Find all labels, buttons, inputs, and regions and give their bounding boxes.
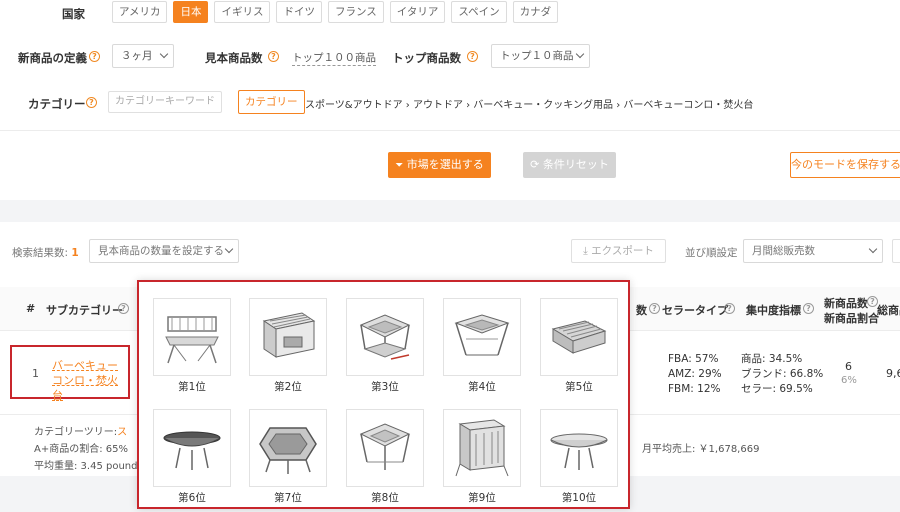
fire-pit-icon bbox=[454, 314, 510, 356]
header-count-suffix: 数 bbox=[636, 304, 647, 317]
help-icon[interactable]: ? bbox=[803, 303, 814, 314]
rank-label-1: 第1位 bbox=[178, 381, 206, 393]
country-de[interactable]: ドイツ bbox=[276, 1, 322, 23]
sample-quantity-select[interactable]: 見本商品の数量を設定する bbox=[89, 239, 239, 263]
rank-label-2: 第2位 bbox=[274, 381, 302, 393]
country-pills: アメリカ 日本 イギリス ドイツ フランス イタリア スペイン カナダ bbox=[112, 1, 559, 23]
help-icon[interactable]: ? bbox=[724, 303, 735, 314]
category-label: カテゴリー bbox=[28, 97, 86, 111]
fire-bowl-icon bbox=[550, 433, 608, 470]
export-button[interactable]: ⤓ エクスポート bbox=[571, 239, 666, 263]
top-count-label: トップ商品数 bbox=[392, 51, 461, 65]
header-num: # bbox=[26, 302, 36, 315]
product-thumb-3[interactable] bbox=[346, 298, 424, 376]
select-market-button[interactable]: ⏷ 市場を選出する bbox=[388, 152, 491, 178]
refresh-icon: ⟳ bbox=[530, 158, 540, 171]
hex-fire-pit-icon bbox=[259, 427, 317, 474]
help-icon[interactable]: ? bbox=[467, 51, 478, 62]
seller-type-cell: FBA: 57% AMZ: 29% FBM: 12% bbox=[668, 353, 722, 395]
product-thumb-4[interactable] bbox=[443, 298, 521, 376]
header-new-ratio[interactable]: 新商品割合 bbox=[824, 310, 879, 326]
country-ca[interactable]: カナダ bbox=[512, 1, 559, 23]
grill-box-icon bbox=[262, 312, 316, 358]
country-es[interactable]: スペイン bbox=[451, 1, 507, 23]
product-thumb-1[interactable] bbox=[153, 298, 231, 376]
sort-label: 並び順設定 bbox=[685, 247, 738, 259]
reset-button[interactable]: ⟳ 条件リセット bbox=[523, 152, 616, 178]
download-icon: ⤓ bbox=[583, 245, 588, 257]
new-ratio-value: 6% bbox=[841, 375, 857, 386]
average-weight: 平均重量: 3.45 pound bbox=[34, 461, 138, 472]
header-concentration[interactable]: 集中度指標 bbox=[746, 302, 801, 318]
product-thumb-6[interactable] bbox=[153, 409, 231, 487]
fire-pit-icon bbox=[359, 423, 411, 470]
new-product-label: 新商品の定義 bbox=[18, 51, 87, 65]
rank-label-5: 第5位 bbox=[565, 381, 593, 393]
rank-label-7: 第7位 bbox=[274, 492, 302, 504]
rank-label-4: 第4位 bbox=[468, 381, 496, 393]
subcategory-link[interactable]: バーベキューコンロ・焚火台 bbox=[52, 358, 124, 403]
grill-box-icon bbox=[455, 419, 509, 477]
country-fr[interactable]: フランス bbox=[327, 1, 384, 23]
new-product-select[interactable]: ３ヶ月 bbox=[112, 44, 174, 68]
help-icon[interactable]: ? bbox=[118, 303, 129, 314]
rank-label-9: 第9位 bbox=[468, 492, 496, 504]
rank-label-10: 第10位 bbox=[561, 492, 597, 504]
header-total[interactable]: 総商品 bbox=[877, 302, 900, 318]
top-count-select[interactable]: トップ１０商品 bbox=[491, 44, 590, 68]
category-tag[interactable]: カテゴリー bbox=[238, 90, 305, 114]
results-count: 検索結果数: 1 bbox=[12, 247, 79, 259]
concentration-cell: 商品: 34.5% ブランド: 66.8% セラー: 69.5% bbox=[741, 353, 824, 395]
product-thumb-7[interactable] bbox=[249, 409, 327, 487]
sort-select[interactable]: 月間総販売数 bbox=[743, 239, 883, 263]
rank-label-8: 第8位 bbox=[371, 492, 399, 504]
sample-count-label: 見本商品数 bbox=[205, 51, 263, 65]
aplus-ratio: A+商品の割合: 65% bbox=[34, 444, 128, 455]
new-product-value: ３ヶ月 bbox=[121, 50, 153, 62]
product-thumb-9[interactable] bbox=[443, 409, 521, 487]
fire-bowl-icon bbox=[163, 431, 221, 470]
rank-label-6: 第6位 bbox=[178, 492, 206, 504]
country-us[interactable]: アメリカ bbox=[112, 1, 168, 23]
category-tree: カテゴリーツリー:ス bbox=[34, 427, 128, 438]
fire-pit-icon bbox=[359, 314, 411, 360]
sample-count-value[interactable]: トップ１００商品 bbox=[292, 50, 376, 66]
new-count-value: 6 bbox=[845, 360, 852, 373]
chevron-down-icon bbox=[159, 49, 169, 59]
help-icon[interactable]: ? bbox=[86, 97, 97, 108]
category-search-input[interactable]: カテゴリーキーワード bbox=[108, 91, 222, 113]
product-thumb-5[interactable] bbox=[540, 298, 618, 376]
header-subcategory[interactable]: サブカテゴリー bbox=[46, 302, 123, 318]
chevron-down-icon bbox=[224, 244, 234, 254]
header-seller-type[interactable]: セラータイプ bbox=[662, 302, 728, 318]
monthly-sales: 月平均売上: ￥1,678,669 bbox=[642, 444, 760, 455]
product-thumb-2[interactable] bbox=[249, 298, 327, 376]
help-icon[interactable]: ? bbox=[89, 51, 100, 62]
section-gap bbox=[0, 200, 900, 222]
divider bbox=[0, 130, 900, 131]
country-it[interactable]: イタリア bbox=[389, 1, 446, 23]
save-mode-button[interactable]: 今のモードを保存する bbox=[790, 152, 900, 178]
chevron-down-icon bbox=[868, 244, 878, 254]
product-thumb-8[interactable] bbox=[346, 409, 424, 487]
top-count-value: トップ１０商品 bbox=[500, 50, 574, 62]
category-breadcrumb[interactable]: スポーツ&アウトドア › アウトドア › バーベキュー・クッキング用品 › バー… bbox=[305, 96, 753, 111]
grill-tray-icon bbox=[551, 320, 607, 354]
product-thumb-10[interactable] bbox=[540, 409, 618, 487]
country-label: 国家 bbox=[62, 7, 85, 21]
chevron-down-icon bbox=[575, 49, 585, 59]
grill-stand-icon bbox=[165, 316, 219, 364]
total-value: 9,6 bbox=[886, 367, 900, 380]
country-uk[interactable]: イギリス bbox=[214, 1, 271, 23]
extra-control[interactable] bbox=[892, 239, 900, 263]
header-new-count[interactable]: 新商品数 bbox=[824, 295, 868, 311]
country-jp[interactable]: 日本 bbox=[173, 1, 209, 23]
help-icon[interactable]: ? bbox=[268, 51, 279, 62]
help-icon[interactable]: ? bbox=[649, 303, 660, 314]
rank-label-3: 第3位 bbox=[371, 381, 399, 393]
filter-icon: ⏷ bbox=[395, 160, 404, 171]
